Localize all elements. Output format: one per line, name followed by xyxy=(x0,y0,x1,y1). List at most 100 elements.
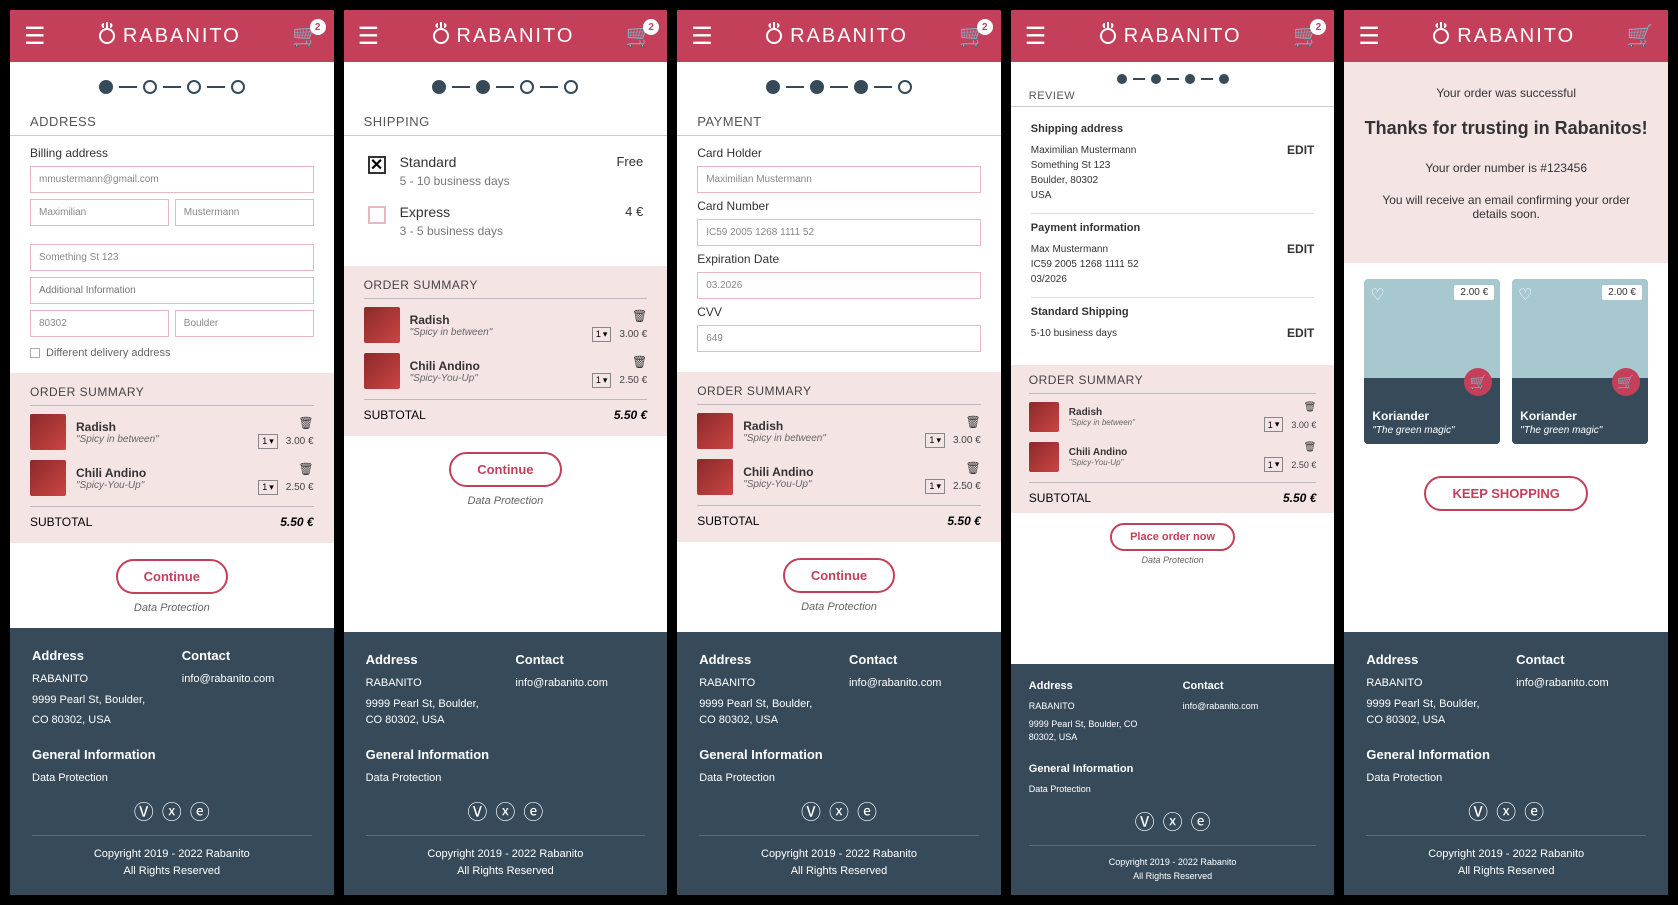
checkbox-checked-icon[interactable]: ✕ xyxy=(368,156,386,174)
trash-icon[interactable]: 🗑 xyxy=(258,416,313,430)
qty-selector[interactable]: 1 ▾ xyxy=(1264,457,1284,472)
qty-selector[interactable]: 1 ▾ xyxy=(925,433,945,448)
logo[interactable]: RABANITO xyxy=(46,20,293,52)
edit-payment-button[interactable]: EDIT xyxy=(1287,242,1314,256)
menu-icon[interactable]: ☰ xyxy=(1358,22,1380,51)
facebook-icon[interactable]: Ⓥ xyxy=(1468,802,1488,824)
shipping-option-express[interactable]: Express3 - 5 business days 4 € xyxy=(344,196,668,246)
facebook-icon[interactable]: Ⓥ xyxy=(1135,812,1155,834)
instagram-icon[interactable]: ⓔ xyxy=(190,802,210,824)
qty-selector[interactable]: 1 ▾ xyxy=(1264,417,1284,432)
continue-button[interactable]: Continue xyxy=(116,559,228,594)
trash-icon[interactable]: 🗑 xyxy=(925,461,980,475)
step-2[interactable] xyxy=(476,80,490,94)
card-number-input[interactable] xyxy=(697,219,981,246)
step-2[interactable] xyxy=(810,80,824,94)
edit-shipping-button[interactable]: EDIT xyxy=(1287,143,1314,157)
facebook-icon[interactable]: Ⓥ xyxy=(467,802,487,824)
cart-icon[interactable]: 🛒2 xyxy=(1293,23,1320,49)
footer-email[interactable]: info@rabanito.com xyxy=(182,671,312,688)
checkbox-icon[interactable] xyxy=(30,348,40,358)
step-4[interactable] xyxy=(231,80,245,94)
step-1[interactable] xyxy=(99,80,113,94)
step-4[interactable] xyxy=(898,80,912,94)
edit-method-button[interactable]: EDIT xyxy=(1287,326,1314,340)
instagram-icon[interactable]: ⓔ xyxy=(1524,802,1544,824)
step-2[interactable] xyxy=(1151,74,1161,84)
data-protection-link[interactable]: Data Protection xyxy=(677,601,1001,613)
step-3[interactable] xyxy=(187,80,201,94)
trash-icon[interactable]: 🗑 xyxy=(1264,442,1317,453)
step-3[interactable] xyxy=(520,80,534,94)
place-order-button[interactable]: Place order now xyxy=(1110,523,1235,551)
menu-icon[interactable]: ☰ xyxy=(24,22,46,51)
trash-icon[interactable]: 🗑 xyxy=(925,415,980,429)
zip-input[interactable] xyxy=(30,310,169,337)
data-protection-link[interactable]: Data Protection xyxy=(10,602,334,614)
qty-selector[interactable]: 1 ▾ xyxy=(592,373,612,388)
continue-button[interactable]: Continue xyxy=(449,452,561,487)
step-1[interactable] xyxy=(1117,74,1127,84)
city-input[interactable] xyxy=(175,310,314,337)
twitter-icon[interactable]: ⓧ xyxy=(1163,812,1183,834)
logo[interactable]: RABANITO xyxy=(379,20,626,52)
lastname-input[interactable] xyxy=(175,199,314,226)
step-3[interactable] xyxy=(854,80,868,94)
twitter-icon[interactable]: ⓧ xyxy=(495,802,515,824)
card-holder-input[interactable] xyxy=(697,166,981,193)
trash-icon[interactable]: 🗑 xyxy=(1264,402,1317,413)
qty-selector[interactable]: 1 ▾ xyxy=(925,479,945,494)
logo[interactable]: RABANITO xyxy=(1046,20,1293,52)
step-4[interactable] xyxy=(564,80,578,94)
continue-button[interactable]: Continue xyxy=(783,558,895,593)
card-exp-input[interactable] xyxy=(697,272,981,299)
trash-icon[interactable]: 🗑 xyxy=(592,355,647,369)
street-input[interactable] xyxy=(30,244,314,271)
add-to-cart-icon[interactable]: 🛒 xyxy=(1612,368,1640,396)
product-thumb xyxy=(697,413,733,449)
cart-icon[interactable]: 🛒2 xyxy=(292,23,319,49)
step-4[interactable] xyxy=(1219,74,1229,84)
menu-icon[interactable]: ☰ xyxy=(358,22,380,51)
instagram-icon[interactable]: ⓔ xyxy=(857,802,877,824)
cart-icon[interactable]: 🛒2 xyxy=(626,23,653,49)
step-1[interactable] xyxy=(766,80,780,94)
menu-icon[interactable]: ☰ xyxy=(1025,22,1047,51)
logo[interactable]: RABANITO xyxy=(1380,20,1627,52)
step-3[interactable] xyxy=(1185,74,1195,84)
footer-dp-link[interactable]: Data Protection xyxy=(32,770,312,787)
product-card[interactable]: ♡ 2.00 € 🛒 Koriander"The green magic" xyxy=(1512,279,1648,444)
shipping-option-standard[interactable]: ✕ Standard5 - 10 business days Free xyxy=(344,146,668,196)
instagram-icon[interactable]: ⓔ xyxy=(523,802,543,824)
menu-icon[interactable]: ☰ xyxy=(691,22,713,51)
cart-icon[interactable]: 🛒 xyxy=(1627,23,1654,49)
product-card[interactable]: ♡ 2.00 € 🛒 Koriander"The green magic" xyxy=(1364,279,1500,444)
trash-icon[interactable]: 🗑 xyxy=(258,462,313,476)
logo[interactable]: RABANITO xyxy=(713,20,960,52)
twitter-icon[interactable]: ⓧ xyxy=(829,802,849,824)
checkbox-icon[interactable] xyxy=(368,206,386,224)
step-1[interactable] xyxy=(432,80,446,94)
data-protection-link[interactable]: Data Protection xyxy=(1011,555,1335,565)
heart-icon[interactable]: ♡ xyxy=(1518,285,1532,305)
add-to-cart-icon[interactable]: 🛒 xyxy=(1464,368,1492,396)
diff-address-row[interactable]: Different delivery address xyxy=(30,347,314,359)
facebook-icon[interactable]: Ⓥ xyxy=(801,802,821,824)
trash-icon[interactable]: 🗑 xyxy=(592,309,647,323)
step-2[interactable] xyxy=(143,80,157,94)
heart-icon[interactable]: ♡ xyxy=(1370,285,1384,305)
firstname-input[interactable] xyxy=(30,199,169,226)
instagram-icon[interactable]: ⓔ xyxy=(1191,812,1211,834)
data-protection-link[interactable]: Data Protection xyxy=(344,495,668,507)
twitter-icon[interactable]: ⓧ xyxy=(1496,802,1516,824)
twitter-icon[interactable]: ⓧ xyxy=(162,802,182,824)
addl-input[interactable] xyxy=(30,277,314,304)
facebook-icon[interactable]: Ⓥ xyxy=(134,802,154,824)
cart-icon[interactable]: 🛒2 xyxy=(959,23,986,49)
keep-shopping-button[interactable]: KEEP SHOPPING xyxy=(1424,476,1587,511)
qty-selector[interactable]: 1 ▾ xyxy=(258,480,278,495)
qty-selector[interactable]: 1 ▾ xyxy=(592,327,612,342)
email-input[interactable] xyxy=(30,166,314,193)
qty-selector[interactable]: 1 ▾ xyxy=(258,434,278,449)
card-cvv-input[interactable] xyxy=(697,325,981,352)
